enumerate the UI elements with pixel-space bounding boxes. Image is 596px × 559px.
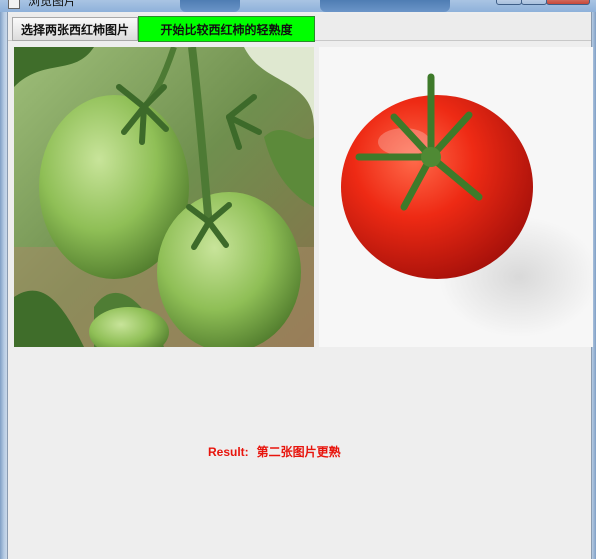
- red-tomato-picture: [319, 47, 593, 347]
- green-tomatoes-picture: [14, 47, 314, 347]
- taskbar-blur: [180, 0, 240, 12]
- taskbar-blur: [320, 0, 450, 12]
- result-text: Result: 第二张图片更熟: [208, 443, 341, 460]
- compare-ripeness-button[interactable]: 开始比较西红柿的轻熟度: [138, 16, 315, 42]
- toolbar: 选择两张西红柿图片 开始比较西红柿的轻熟度: [8, 14, 591, 42]
- title-bar[interactable]: 浏览图片: [0, 0, 596, 12]
- result-value: 第二张图片更熟: [256, 445, 341, 459]
- main-panel: 选择两张西红柿图片 开始比较西红柿的轻熟度 Result: 第二张图片更熟: [7, 12, 593, 559]
- result-label: Result:: [208, 445, 249, 459]
- close-button[interactable]: [546, 0, 590, 5]
- minimize-button[interactable]: [496, 0, 522, 5]
- window-frame: 选择两张西红柿图片 开始比较西红柿的轻熟度 Result: 第二张图片更熟: [0, 12, 596, 559]
- select-images-button[interactable]: 选择两张西红柿图片: [12, 17, 138, 41]
- green-tomatoes-image: [14, 47, 314, 347]
- red-tomato-image: [319, 47, 593, 347]
- window-controls: [496, 0, 590, 5]
- maximize-button[interactable]: [521, 0, 547, 5]
- app-icon: [8, 0, 20, 9]
- window-title: 浏览图片: [28, 0, 77, 8]
